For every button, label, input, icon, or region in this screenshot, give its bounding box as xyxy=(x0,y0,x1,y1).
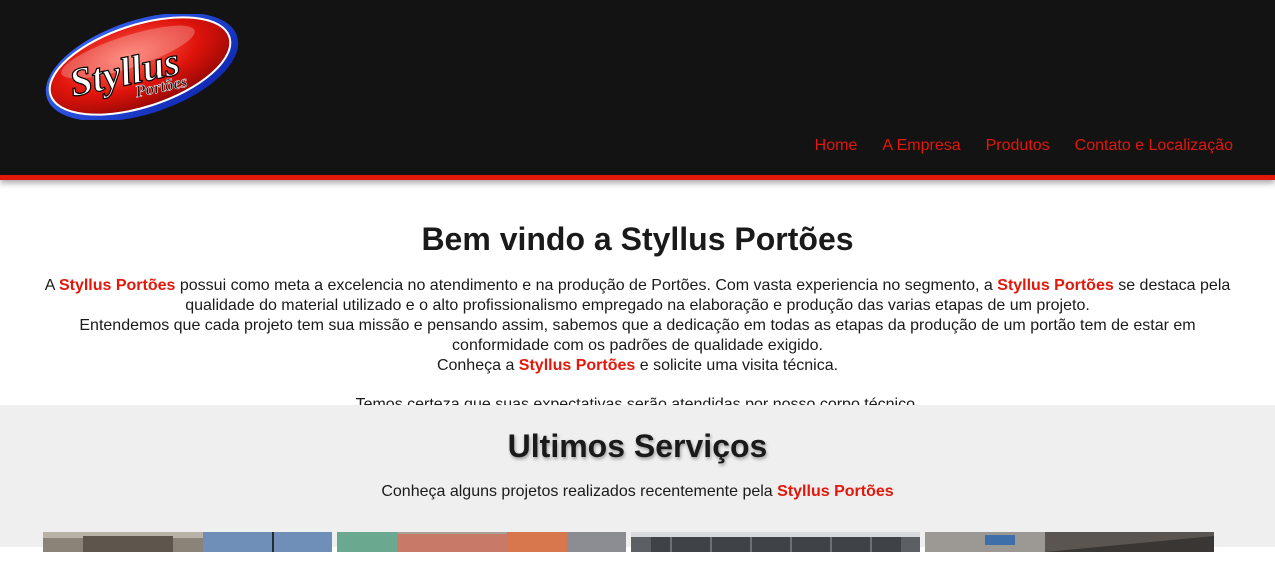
nav-contato[interactable]: Contato e Localização xyxy=(1075,137,1233,155)
intro-text: A xyxy=(44,277,59,294)
services-gallery xyxy=(43,532,1214,552)
welcome-title: Bem vindo a Styllus Portões xyxy=(421,221,854,257)
service-photo[interactable] xyxy=(337,532,626,552)
welcome-intro: A Styllus Portões possui como meta a exc… xyxy=(33,276,1243,376)
service-photo[interactable] xyxy=(925,532,1214,552)
services-title: Ultimos Serviços xyxy=(507,428,768,464)
styllus-logo[interactable]: Styllus Portões xyxy=(40,14,246,120)
service-photo[interactable] xyxy=(43,532,332,552)
brand-highlight: Styllus Portões xyxy=(997,277,1114,294)
intro-text: e solicite uma visita técnica. xyxy=(635,357,839,374)
services-sub-text: Conheça alguns projetos realizados recen… xyxy=(381,483,778,500)
service-photo[interactable] xyxy=(631,532,920,552)
nav-produtos[interactable]: Produtos xyxy=(986,137,1050,155)
intro-paragraph-1: A Styllus Portões possui como meta a exc… xyxy=(33,276,1243,316)
services-subtitle: Conheça alguns projetos realizados recen… xyxy=(0,482,1275,502)
nav-home[interactable]: Home xyxy=(815,137,858,155)
brand-highlight: Styllus Portões xyxy=(58,277,176,294)
intro-text: possui como meta a excelencia no atendim… xyxy=(175,277,998,294)
intro-paragraph-2: Entendemos que cada projeto tem sua miss… xyxy=(79,317,1196,354)
intro-paragraph-3: Conheça a Styllus Portões e solicite uma… xyxy=(33,356,1243,376)
welcome-section: Bem vindo a Styllus Portões A Styllus Po… xyxy=(0,180,1275,413)
brand-highlight: Styllus Portões xyxy=(777,483,894,500)
site-header: Styllus Portões Home A Empresa Produtos … xyxy=(0,0,1275,180)
nav-a-empresa[interactable]: A Empresa xyxy=(882,137,960,155)
main-nav: Home A Empresa Produtos Contato e Locali… xyxy=(815,137,1233,155)
brand-highlight: Styllus Portões xyxy=(518,357,636,374)
intro-text: Conheça a xyxy=(436,357,519,374)
services-section: Ultimos Serviços Conheça alguns projetos… xyxy=(0,405,1275,552)
